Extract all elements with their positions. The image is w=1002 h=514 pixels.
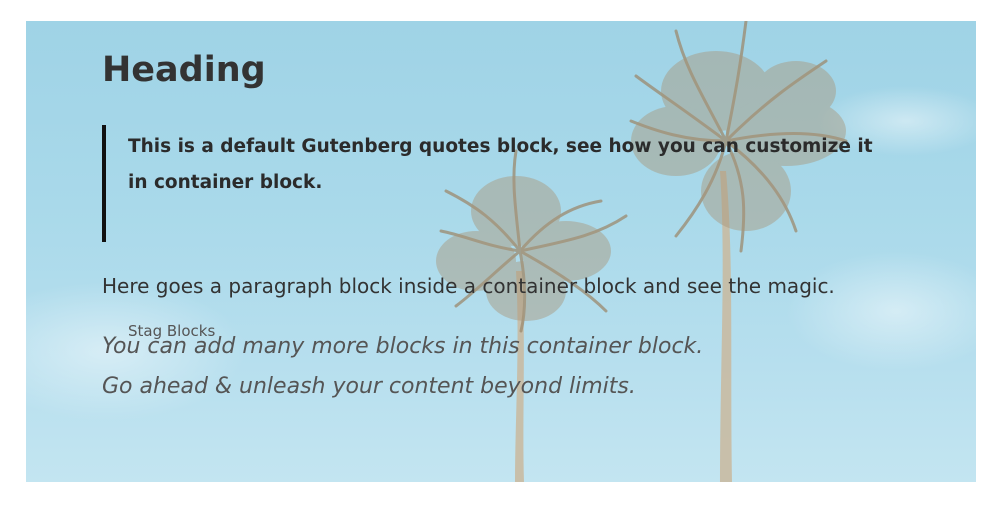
- italic-paragraph-line-2: Go ahead & unleash your content beyond l…: [102, 374, 636, 399]
- paragraph-block: Here goes a paragraph block inside a con…: [102, 274, 835, 298]
- container-block: Heading This is a default Gutenberg quot…: [26, 21, 976, 482]
- heading: Heading: [102, 50, 266, 90]
- quote-text: This is a default Gutenberg quotes block…: [128, 136, 873, 193]
- italic-paragraph-line-1: You can add many more blocks in this con…: [102, 334, 704, 359]
- quote-block: This is a default Gutenberg quotes block…: [102, 125, 882, 340]
